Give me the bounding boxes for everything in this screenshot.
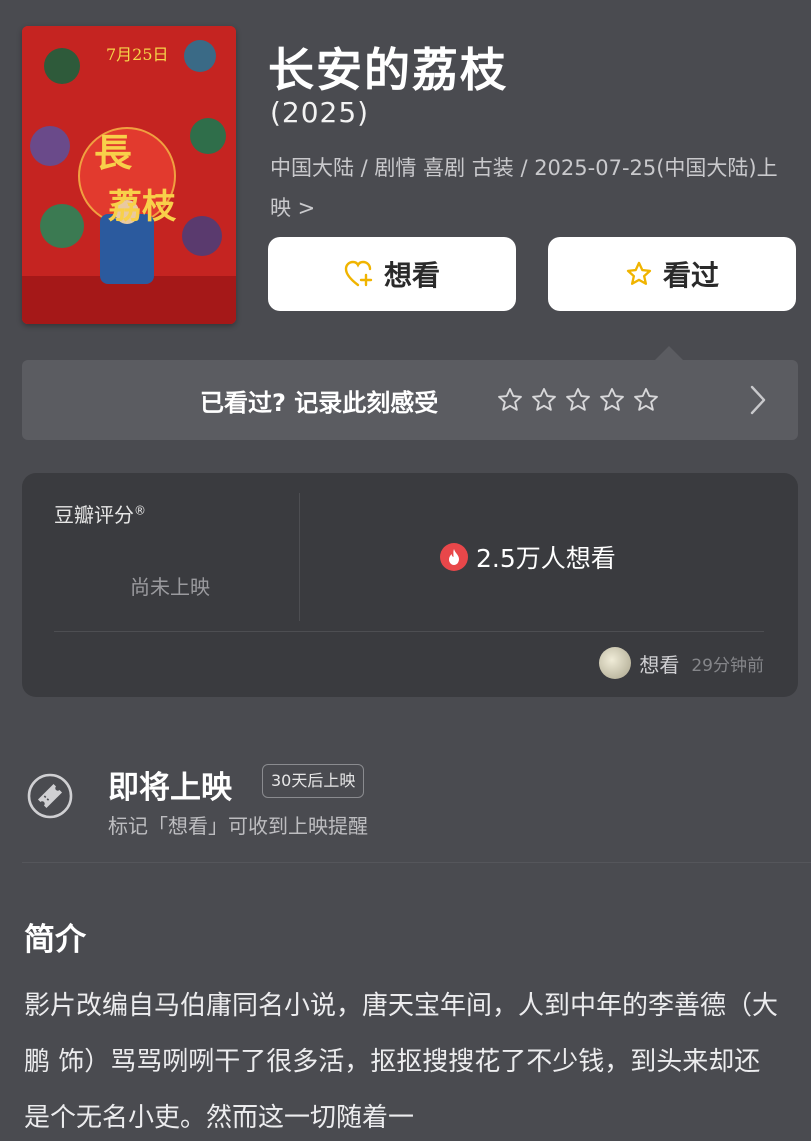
want-count-text: 2.5万人想看 bbox=[476, 544, 616, 573]
intro-text[interactable]: 影片改编自马伯庸同名小说，唐天宝年间，人到中年的李善德（大鹏 饰）骂骂咧咧干了很… bbox=[24, 978, 784, 1141]
movie-meta-link[interactable]: 中国大陆 / 剧情 喜剧 古装 / 2025-07-25(中国大陆)上映 > bbox=[270, 148, 790, 228]
want-to-watch-button[interactable]: 想看 bbox=[268, 237, 516, 311]
want-count: 2.5万人想看 bbox=[440, 539, 616, 575]
rating-stars[interactable] bbox=[496, 386, 660, 414]
release-countdown-badge: 30天后上映 bbox=[262, 764, 365, 798]
douban-score-label: 豆瓣评分® bbox=[54, 499, 146, 528]
star-outline-icon[interactable] bbox=[496, 386, 524, 414]
activity-time: 29分钟前 bbox=[691, 655, 764, 676]
star-outline-icon[interactable] bbox=[530, 386, 558, 414]
score-divider-horizontal bbox=[54, 631, 764, 632]
star-outline-icon[interactable] bbox=[632, 386, 660, 414]
avatar[interactable] bbox=[599, 647, 632, 679]
star-outline-icon[interactable] bbox=[598, 386, 626, 414]
intro-heading: 简介 bbox=[24, 922, 86, 958]
svg-text:荔枝: 荔枝 bbox=[108, 187, 177, 227]
rate-now-bar[interactable]: 已看过? 记录此刻感受 bbox=[22, 360, 798, 440]
movie-title: 长安的荔枝 bbox=[268, 43, 508, 97]
rating-caret bbox=[655, 346, 683, 360]
rate-prompt-text: 已看过? 记录此刻感受 bbox=[200, 388, 439, 417]
svg-text:7月25日: 7月25日 bbox=[106, 45, 169, 64]
watched-button[interactable]: 看过 bbox=[548, 237, 796, 311]
upcoming-reminder-hint: 标记「想看」可收到上映提醒 bbox=[108, 814, 368, 838]
movie-year: (2025) bbox=[270, 96, 370, 129]
score-divider bbox=[299, 493, 300, 621]
section-divider bbox=[22, 862, 811, 863]
ticket-icon bbox=[26, 772, 74, 824]
score-status: 尚未上映 bbox=[130, 575, 210, 599]
watched-label: 看过 bbox=[662, 259, 719, 292]
douban-score-label-text: 豆瓣评分 bbox=[54, 503, 134, 527]
activity-action: 想看 bbox=[639, 652, 680, 677]
movie-poster[interactable]: 7月25日 長 荔枝 bbox=[22, 26, 236, 324]
poster-artwork: 7月25日 長 荔枝 bbox=[22, 26, 236, 324]
friend-activity[interactable]: 想看 29分钟前 bbox=[599, 647, 764, 679]
want-to-watch-label: 想看 bbox=[383, 259, 440, 292]
flame-icon bbox=[440, 543, 468, 571]
chevron-right-icon bbox=[748, 384, 768, 420]
upcoming-title: 即将上映 bbox=[108, 770, 232, 806]
douban-score-card: 豆瓣评分® 尚未上映 2.5万人想看 想看 29分钟前 bbox=[22, 473, 798, 697]
star-outline-icon[interactable] bbox=[564, 386, 592, 414]
star-icon bbox=[625, 260, 653, 288]
registered-mark: ® bbox=[134, 503, 146, 518]
heart-plus-icon bbox=[344, 260, 374, 288]
svg-text:長: 長 bbox=[94, 130, 133, 175]
